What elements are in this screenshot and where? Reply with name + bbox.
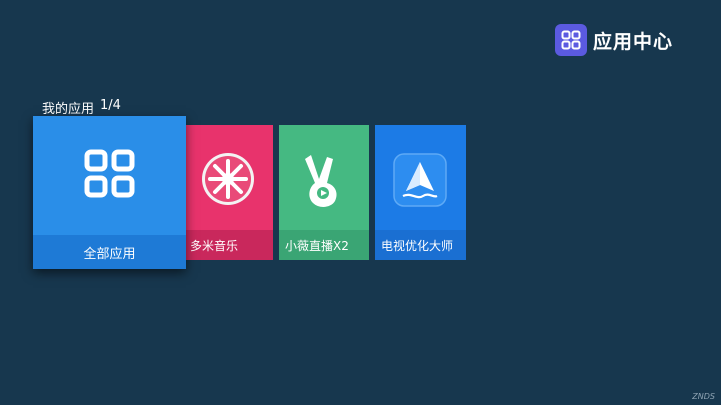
znds-watermark: ZNDS (692, 392, 715, 401)
page-indicator: 1/4 (100, 98, 121, 113)
tv-optimizer-tile[interactable]: 电视优化大师 (375, 125, 466, 260)
app-center-header: 应用中心 (554, 24, 673, 56)
tile-label: 电视优化大师 (375, 230, 466, 260)
tile-label: 全部应用 (33, 235, 186, 269)
paper-plane-icon (393, 153, 447, 211)
apps-grid-icon (554, 24, 587, 56)
apps-grid-icon (84, 149, 136, 203)
victory-hand-icon (301, 153, 347, 213)
xiaowei-live-tile[interactable]: 小薇直播X2 (279, 125, 369, 260)
my-apps-heading: 我的应用 1/4 (42, 98, 121, 117)
page-title: 应用中心 (592, 30, 673, 53)
duomi-music-tile[interactable]: 多米音乐 (186, 125, 273, 260)
tile-label: 多米音乐 (186, 230, 273, 260)
section-title: 我的应用 (42, 102, 95, 117)
tile-label: 小薇直播X2 (279, 230, 369, 260)
tv-launcher-screen: 应用中心 我的应用 1/4 全部应用 多米音乐 小薇直播X2 电视优化大师 ZN… (0, 0, 721, 405)
music-sun-icon (200, 151, 256, 211)
all-apps-tile[interactable]: 全部应用 (33, 116, 186, 269)
